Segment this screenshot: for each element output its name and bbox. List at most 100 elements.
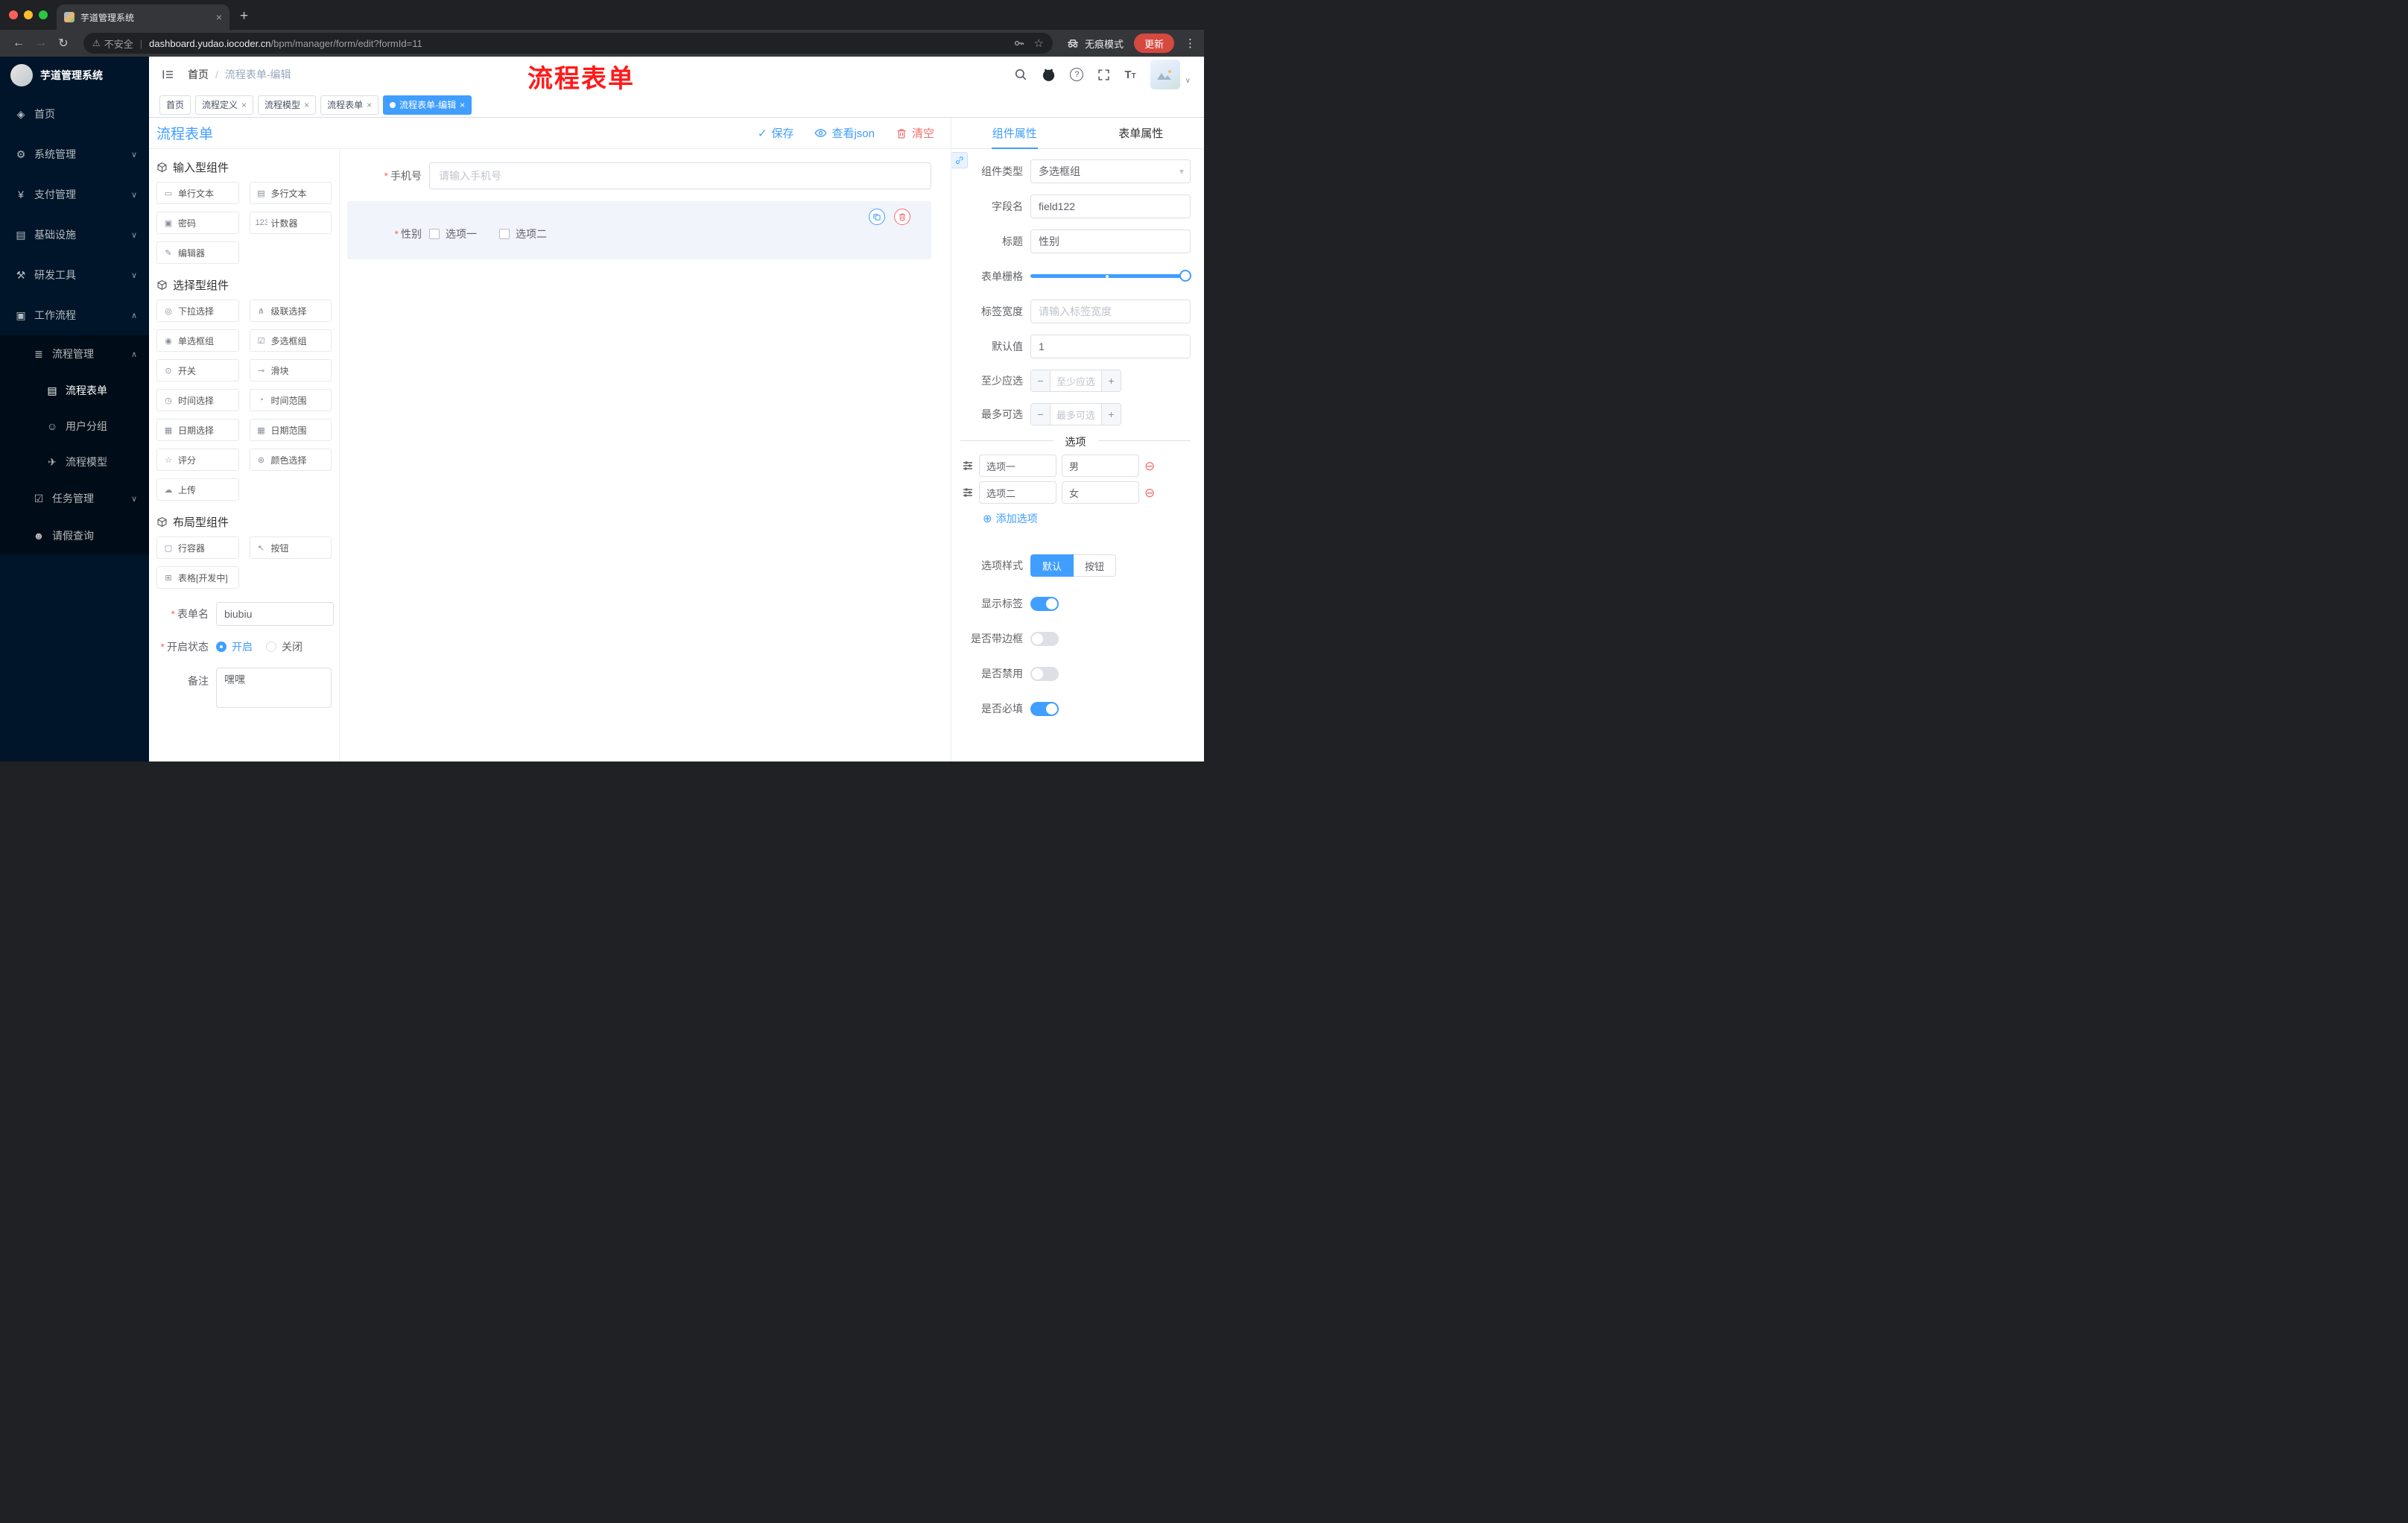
palette-item-time-picker[interactable]: ◷ 时间选择 [156,389,239,411]
sidebar-item-workflow[interactable]: ▣ 工作流程 ∧ [0,295,149,335]
palette-item-date-range[interactable]: ▦ 日期范围 [249,419,332,441]
sidebar-item-process-management[interactable]: ≣ 流程管理 ∧ [0,335,149,373]
remove-option-icon[interactable]: ⊖ [1144,487,1155,499]
bookmark-star-icon[interactable]: ☆ [1034,37,1044,50]
sidebar-item-payment[interactable]: ¥ 支付管理 ∨ [0,174,149,215]
search-icon[interactable] [1014,68,1027,81]
phone-field-row[interactable]: 手机号 [347,162,931,189]
zoom-window-button[interactable] [39,10,48,19]
option1-value-input[interactable] [1062,455,1139,477]
status-on-label[interactable]: 开启 [232,639,253,654]
close-icon[interactable]: × [460,100,465,110]
palette-item-dropdown[interactable]: ◎ 下拉选择 [156,300,239,322]
title-input[interactable] [1030,229,1191,253]
fullscreen-icon[interactable] [1097,69,1110,81]
palette-item-radio-group[interactable]: ◉ 单选框组 [156,329,239,352]
password-key-icon[interactable] [1013,37,1025,49]
sidebar-item-home[interactable]: ◈ 首页 [0,94,149,134]
min-select-value[interactable]: 至少应选 [1051,370,1101,391]
phone-input[interactable] [429,162,931,189]
style-button-button[interactable]: 按钮 [1074,554,1117,577]
close-window-button[interactable] [9,10,18,19]
component-type-select[interactable]: 多选框组 ▾ [1030,159,1191,183]
drag-handle-icon[interactable] [962,487,974,498]
max-select-stepper[interactable]: − 最多可选 + [1030,403,1121,425]
form-canvas[interactable]: 手机号 [340,149,951,762]
sidebar-item-leave-query[interactable]: ☻ 请假查询 [0,517,149,554]
delete-component-button[interactable] [894,209,910,225]
add-option-button[interactable]: ⊕ 添加选项 [983,511,1191,526]
tag-process-definition[interactable]: 流程定义 × [195,95,254,115]
min-select-stepper[interactable]: − 至少应选 + [1030,370,1121,392]
tab-component-props[interactable]: 组件属性 [951,118,1078,148]
avatar-caret-icon[interactable]: ∨ [1185,77,1191,85]
palette-item-checkbox-group[interactable]: ☑ 多选框组 [249,329,332,352]
font-size-icon[interactable]: TT [1124,69,1135,81]
gender-option1-label[interactable]: 选项一 [446,227,477,241]
grid-slider[interactable] [1030,265,1191,288]
form-name-input[interactable] [216,602,334,626]
sidebar-item-task-management[interactable]: ☑ 任务管理 ∨ [0,480,149,517]
palette-item-upload[interactable]: ☁ 上传 [156,478,239,501]
view-json-button[interactable]: 查看json [814,125,875,141]
breadcrumb-home[interactable]: 首页 [188,67,209,82]
close-icon[interactable]: × [241,100,247,110]
default-value-input[interactable] [1030,335,1191,358]
tag-process-model[interactable]: 流程模型 × [258,95,317,115]
max-select-value[interactable]: 最多可选 [1051,404,1101,425]
tab-form-props[interactable]: 表单属性 [1078,118,1205,148]
sidebar-item-user-group[interactable]: ☺ 用户分组 [0,408,149,444]
increase-icon[interactable]: + [1101,404,1121,425]
status-on-radio[interactable] [216,642,226,652]
palette-item-counter[interactable]: 123计数器 [249,212,332,234]
sidebar-item-devtools[interactable]: ⚒ 研发工具 ∨ [0,255,149,295]
close-icon[interactable]: × [367,100,372,110]
link-icon[interactable] [951,152,968,168]
gender-option1-checkbox[interactable] [429,229,440,239]
gender-option2-checkbox[interactable] [499,229,510,239]
decrease-icon[interactable]: − [1031,404,1051,425]
disabled-switch[interactable] [1030,666,1059,681]
palette-item-single-text[interactable]: ▭ 单行文本 [156,182,239,204]
field-name-input[interactable] [1030,194,1191,218]
palette-item-password[interactable]: ▣ 密码 [156,212,239,234]
required-switch[interactable] [1030,701,1059,716]
back-button[interactable]: ← [9,37,28,50]
border-switch[interactable] [1030,631,1059,646]
browser-tab[interactable]: 芋道管理系统 × [57,4,229,30]
browser-menu-icon[interactable]: ⋮ [1185,37,1196,50]
label-width-input[interactable] [1030,300,1191,323]
status-off-radio[interactable] [266,642,276,652]
palette-item-slider[interactable]: ⊸ 滑块 [249,359,332,381]
palette-item-table[interactable]: ⊞ 表格[开发中] [156,566,239,589]
github-icon[interactable] [1042,68,1056,82]
palette-item-switch[interactable]: ⊙ 开关 [156,359,239,381]
sidebar-item-process-model[interactable]: ✈ 流程模型 [0,444,149,480]
palette-item-multi-text[interactable]: ▤ 多行文本 [249,182,332,204]
option2-label-input[interactable] [979,481,1056,504]
status-off-label[interactable]: 关闭 [282,639,302,654]
gender-field-row[interactable]: 性别 选项一 选项二 [347,201,931,259]
clear-button[interactable]: 清空 [896,125,934,141]
tab-close-icon[interactable]: × [216,11,222,23]
help-icon[interactable]: ? [1070,68,1084,81]
sidebar-item-system[interactable]: ⚙ 系统管理 ∨ [0,134,149,174]
show-label-switch[interactable] [1030,596,1059,611]
palette-item-row-container[interactable]: ▢ 行容器 [156,536,239,559]
tag-process-form-edit[interactable]: 流程表单-编辑 × [383,95,472,115]
reload-button[interactable]: ↻ [54,36,73,51]
palette-item-rate[interactable]: ☆ 评分 [156,449,239,471]
palette-item-button[interactable]: ↖ 按钮 [249,536,332,559]
update-button[interactable]: 更新 [1133,34,1174,53]
palette-item-time-range[interactable]: ◔ 时间范围 [249,389,332,411]
drag-handle-icon[interactable] [962,460,974,472]
decrease-icon[interactable]: − [1031,370,1051,391]
palette-item-color-picker[interactable]: ⊛ 颜色选择 [249,449,332,471]
increase-icon[interactable]: + [1101,370,1121,391]
address-bar[interactable]: ⚠ 不安全 | dashboard.yudao.iocoder.cn/bpm/m… [83,33,1053,54]
palette-item-editor[interactable]: ✎ 编辑器 [156,241,239,264]
save-button[interactable]: ✓ 保存 [758,125,794,141]
copy-component-button[interactable] [869,209,885,225]
palette-item-date-picker[interactable]: ▦ 日期选择 [156,419,239,441]
sidebar-item-infrastructure[interactable]: ▤ 基础设施 ∨ [0,215,149,255]
